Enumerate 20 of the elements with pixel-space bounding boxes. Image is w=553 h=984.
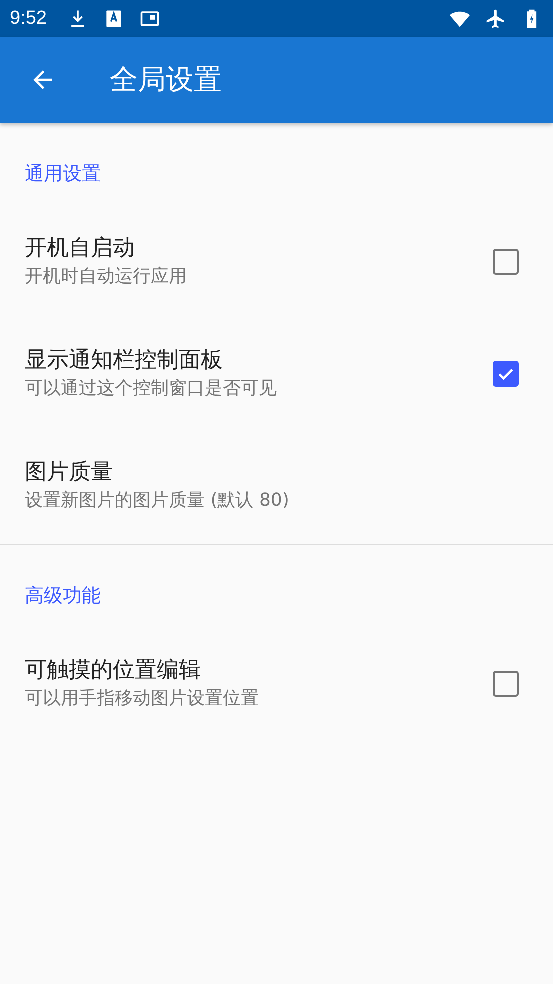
setting-item[interactable]: 开机自启动 开机时自动运行应用 xyxy=(0,206,553,318)
section-header: 高级功能 xyxy=(24,584,102,609)
setting-title: 可触摸的位置编辑 xyxy=(25,657,202,685)
setting-title: 显示通知栏控制面板 xyxy=(25,347,224,375)
setting-item[interactable]: 图片质量 设置新图片的图片质量 (默认 80) xyxy=(0,430,553,542)
setting-summary: 设置新图片的图片质量 (默认 80) xyxy=(25,489,290,513)
checkbox[interactable] xyxy=(493,361,519,387)
setting-title: 图片质量 xyxy=(25,459,114,487)
setting-summary: 开机时自动运行应用 xyxy=(25,265,188,289)
status-time: 9:52 xyxy=(10,8,47,30)
checkbox[interactable] xyxy=(493,671,519,697)
setting-item[interactable]: 可触摸的位置编辑 可以用手指移动图片设置位置 xyxy=(0,628,553,740)
setting-summary: 可以通过这个控制窗口是否可见 xyxy=(25,377,278,401)
section-header: 通用设置 xyxy=(24,162,102,187)
screen-title: 全局设置 xyxy=(110,62,222,98)
setting-summary: 可以用手指移动图片设置位置 xyxy=(25,687,260,711)
setting-title: 开机自启动 xyxy=(25,235,136,263)
setting-item[interactable]: 显示通知栏控制面板 可以通过这个控制窗口是否可见 xyxy=(0,318,553,430)
checkbox[interactable] xyxy=(493,249,519,275)
airplane-icon xyxy=(485,8,507,30)
